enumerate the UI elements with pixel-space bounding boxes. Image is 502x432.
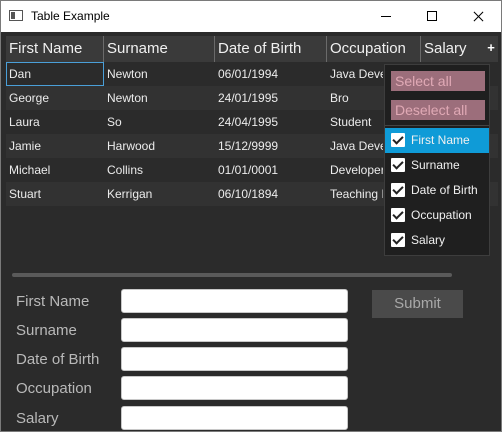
scrollbar-thumb[interactable] xyxy=(12,273,452,277)
menu-item-surname[interactable]: Surname xyxy=(385,153,489,178)
column-visibility-menu: Select all Deselect all First Name Surna… xyxy=(384,64,490,256)
table-cell[interactable]: Bro xyxy=(327,86,383,110)
table-cell[interactable]: Dan xyxy=(6,62,104,86)
menu-item-label: Occupation xyxy=(411,208,472,222)
table-cell[interactable]: 06/10/1894 xyxy=(215,182,327,206)
menu-divider xyxy=(385,125,489,126)
table-cell[interactable]: Collins xyxy=(104,158,215,182)
table-cell[interactable]: 01/01/0001 xyxy=(215,158,327,182)
checkbox-checked-icon[interactable] xyxy=(391,208,405,222)
column-header-first-name[interactable]: First Name xyxy=(6,36,104,62)
table-cell[interactable]: Harwood xyxy=(104,134,215,158)
date-of-birth-field[interactable] xyxy=(121,347,348,371)
column-header-occupation[interactable]: Occupation xyxy=(327,36,421,62)
table-cell[interactable]: Developer xyxy=(327,158,383,182)
menu-item-first-name[interactable]: First Name xyxy=(385,128,489,153)
table-cell[interactable]: Newton xyxy=(104,86,215,110)
submit-button[interactable]: Submit xyxy=(372,290,463,318)
checkbox-checked-icon[interactable] xyxy=(391,133,405,147)
window-title: Table Example xyxy=(31,9,110,23)
first-name-label: First Name xyxy=(16,293,90,310)
table-cell[interactable]: Java Deve xyxy=(327,134,383,158)
salary-label: Salary xyxy=(16,410,59,427)
menu-item-label: Surname xyxy=(411,158,460,172)
table-cell[interactable]: Java Deve xyxy=(327,62,383,86)
salary-field[interactable] xyxy=(121,406,348,430)
column-header-date-of-birth[interactable]: Date of Birth xyxy=(215,36,327,62)
table-cell[interactable]: Newton xyxy=(104,62,215,86)
column-header-surname[interactable]: Surname xyxy=(104,36,215,62)
checkbox-checked-icon[interactable] xyxy=(391,183,405,197)
table-cell[interactable]: Kerrigan xyxy=(104,182,215,206)
window-icon xyxy=(9,10,23,21)
occupation-label: Occupation xyxy=(16,380,92,397)
checkbox-checked-icon[interactable] xyxy=(391,233,405,247)
surname-field[interactable] xyxy=(121,318,348,342)
menu-item-label: First Name xyxy=(411,133,470,147)
table-cell[interactable]: Student xyxy=(327,110,383,134)
menu-item-occupation[interactable]: Occupation xyxy=(385,203,489,228)
table-cell[interactable]: Stuart xyxy=(6,182,104,206)
table-cell[interactable]: George xyxy=(6,86,104,110)
table-cell[interactable]: So xyxy=(104,110,215,134)
minimize-button[interactable] xyxy=(363,1,409,32)
plus-icon[interactable]: + xyxy=(484,36,498,62)
date-of-birth-label: Date of Birth xyxy=(16,351,100,368)
menu-item-salary[interactable]: Salary xyxy=(385,228,489,253)
horizontal-scrollbar[interactable] xyxy=(6,271,498,279)
occupation-field[interactable] xyxy=(121,376,348,400)
table-cell[interactable]: Jamie xyxy=(6,134,104,158)
select-all-button[interactable]: Select all xyxy=(391,71,485,91)
app-window: Table Example First Name Surname Date of… xyxy=(0,0,502,432)
table-cell[interactable]: Laura xyxy=(6,110,104,134)
deselect-all-button[interactable]: Deselect all xyxy=(391,100,485,120)
table-cell[interactable]: Teaching I xyxy=(327,182,383,206)
table-cell[interactable]: 15/12/9999 xyxy=(215,134,327,158)
column-header-salary[interactable]: Salary xyxy=(421,36,483,62)
menu-item-label: Date of Birth xyxy=(411,183,478,197)
surname-label: Surname xyxy=(16,322,77,339)
checkbox-checked-icon[interactable] xyxy=(391,158,405,172)
maximize-button[interactable] xyxy=(409,1,455,32)
table-cell[interactable]: 06/01/1994 xyxy=(215,62,327,86)
table-header: First Name Surname Date of Birth Occupat… xyxy=(6,36,498,62)
table-cell[interactable]: 24/01/1995 xyxy=(215,86,327,110)
title-bar: Table Example xyxy=(1,1,501,32)
menu-item-label: Salary xyxy=(411,233,446,247)
menu-item-date-of-birth[interactable]: Date of Birth xyxy=(385,178,489,203)
close-button[interactable] xyxy=(455,1,501,32)
table-cell[interactable]: Michael xyxy=(6,158,104,182)
table-cell[interactable]: 24/04/1995 xyxy=(215,110,327,134)
first-name-field[interactable] xyxy=(121,289,348,313)
